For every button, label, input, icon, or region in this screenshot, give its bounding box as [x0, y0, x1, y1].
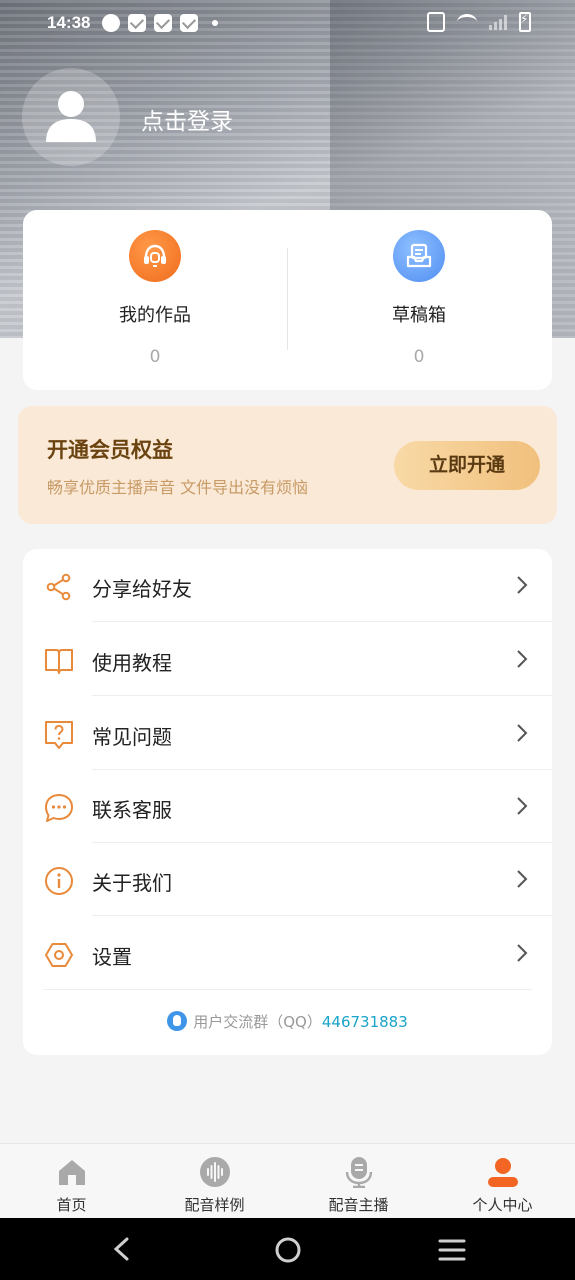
- chevron-right-icon: [517, 650, 528, 668]
- tab-profile[interactable]: 个人中心: [431, 1144, 574, 1219]
- divider: [92, 695, 552, 696]
- person-icon: [488, 1158, 518, 1187]
- question-icon: [45, 721, 73, 749]
- drafts-count: 0: [413, 347, 425, 367]
- clock-app-icon: [102, 14, 120, 32]
- tab-label: 个人中心: [472, 1196, 533, 1214]
- my-works-count: 0: [149, 347, 161, 367]
- more-notifications-dot-icon: [212, 20, 218, 26]
- chevron-right-icon: [517, 870, 528, 888]
- chevron-right-icon: [517, 944, 528, 962]
- avatar[interactable]: [22, 68, 120, 166]
- book-icon: [45, 649, 73, 674]
- drafts-entry[interactable]: 草稿箱 0: [287, 210, 551, 390]
- bottom-tab-bar: 首页 配音样例 配音主播 个人中心: [0, 1143, 575, 1218]
- tab-home[interactable]: 首页: [0, 1144, 143, 1219]
- menu-item-tutorial[interactable]: 使用教程: [23, 623, 552, 696]
- divider: [92, 915, 552, 916]
- works-card: 我的作品 0 草稿箱 0: [23, 210, 552, 390]
- chat-icon: [45, 794, 73, 822]
- menu-item-label: 关于我们: [92, 871, 172, 895]
- menu-item-contact[interactable]: 联系客服: [23, 770, 552, 843]
- bag-notification-icon: [154, 14, 172, 32]
- menu-item-settings[interactable]: 设置: [23, 917, 552, 990]
- vibrate-icon: [427, 12, 445, 32]
- tab-label: 配音样例: [184, 1196, 245, 1214]
- user-icon: [46, 91, 96, 142]
- home-circle-icon[interactable]: [274, 1236, 302, 1264]
- audio-wave-icon: [200, 1157, 230, 1187]
- activate-vip-button[interactable]: 立即开通: [394, 441, 540, 490]
- menu-item-about[interactable]: 关于我们: [23, 843, 552, 916]
- menu-item-label: 使用教程: [92, 651, 172, 675]
- vip-banner[interactable]: 开通会员权益 畅享优质主播声音 文件导出没有烦恼 立即开通: [18, 406, 557, 524]
- battery-charging-icon: [519, 12, 531, 32]
- chevron-right-icon: [517, 797, 528, 815]
- bag-notification-icon: [180, 14, 198, 32]
- chevron-right-icon: [517, 576, 528, 594]
- qq-group-number[interactable]: 446731883: [322, 1013, 408, 1031]
- draft-box-icon: [393, 230, 445, 282]
- status-time: 14:38: [47, 13, 91, 32]
- menu-icon[interactable]: [438, 1238, 466, 1262]
- menu-card: 分享给好友 使用教程 常见问题 联系客服 关于我们 设置 用户交流群（QQ）44…: [23, 549, 552, 1055]
- my-works-label: 我的作品: [119, 305, 191, 326]
- wifi-icon: [457, 14, 477, 30]
- divider: [43, 989, 532, 990]
- chevron-right-icon: [517, 724, 528, 742]
- login-link[interactable]: 点击登录: [141, 102, 233, 136]
- vip-title: 开通会员权益: [47, 438, 173, 462]
- vip-subtitle: 畅享优质主播声音 文件导出没有烦恼: [47, 478, 309, 497]
- share-icon: [46, 573, 71, 601]
- settings-icon: [45, 943, 73, 967]
- menu-item-faq[interactable]: 常见问题: [23, 697, 552, 770]
- menu-item-label: 联系客服: [92, 798, 172, 822]
- menu-item-label: 设置: [92, 945, 132, 969]
- menu-item-label: 常见问题: [92, 725, 172, 749]
- microphone-icon: [345, 1157, 373, 1188]
- bag-notification-icon: [128, 14, 146, 32]
- signal-icon: [489, 14, 507, 30]
- tab-label: 配音主播: [328, 1196, 389, 1214]
- headset-icon: [129, 230, 181, 282]
- my-works-entry[interactable]: 我的作品 0: [23, 210, 287, 390]
- status-system-icons: [427, 12, 531, 32]
- menu-item-label: 分享给好友: [92, 577, 192, 601]
- back-icon[interactable]: [110, 1236, 134, 1262]
- status-bar: 14:38: [0, 0, 575, 48]
- menu-item-share[interactable]: 分享给好友: [23, 549, 552, 622]
- info-icon: [45, 867, 73, 895]
- tab-samples[interactable]: 配音样例: [143, 1144, 286, 1219]
- divider: [92, 621, 552, 622]
- tab-label: 首页: [56, 1196, 87, 1214]
- qq-group-label: 用户交流群（QQ）: [193, 1013, 322, 1031]
- tab-voice-actors[interactable]: 配音主播: [287, 1144, 430, 1219]
- qq-group-row[interactable]: 用户交流群（QQ）446731883: [23, 1011, 552, 1032]
- status-notifications: [102, 14, 218, 32]
- home-icon: [59, 1160, 85, 1185]
- system-navigation-bar: [0, 1218, 575, 1280]
- qq-icon: [167, 1011, 188, 1031]
- drafts-label: 草稿箱: [392, 305, 446, 326]
